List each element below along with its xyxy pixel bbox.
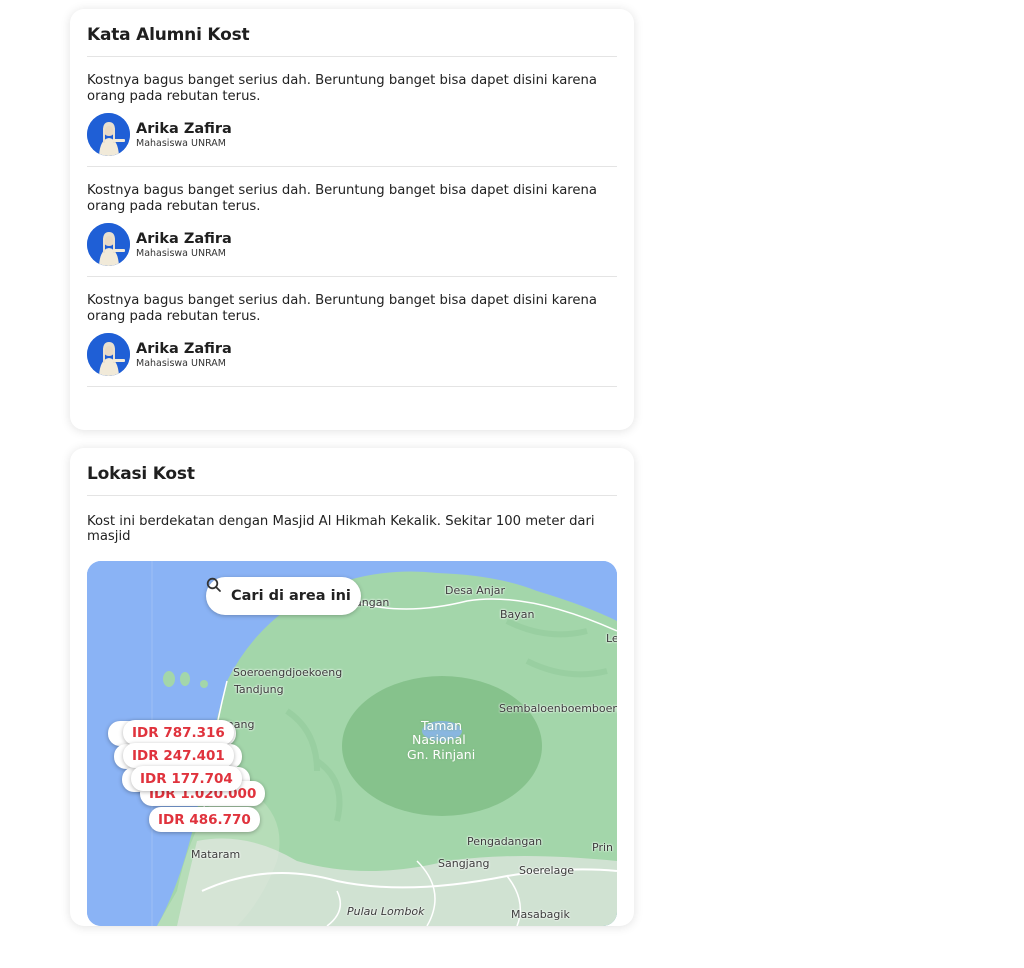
avatar — [87, 333, 130, 376]
map-label-pulau-lombok: Pulau Lombok — [347, 905, 425, 918]
search-area-label: Cari di area ini — [231, 588, 351, 604]
price-marker[interactable]: IDR 486.770 — [149, 807, 260, 832]
map-label-masabagik: Masabagik — [511, 908, 570, 921]
avatar — [87, 113, 130, 156]
testimonial-quote: Kostnya bagus banget serius dah. Beruntu… — [87, 293, 597, 324]
avatar — [87, 223, 130, 266]
map[interactable]: angan Desa Anjar Bayan Le Soeroengdjoeko… — [87, 561, 617, 926]
testimonial-role: Mahasiswa UNRAM — [136, 247, 226, 259]
testimonial-name: Arika Zafira — [136, 340, 232, 357]
map-label-park-gn-rinjani: Gn. Rinjani — [407, 747, 476, 762]
search-area-button[interactable]: Cari di area ini — [206, 577, 361, 615]
location-description: Kost ini berdekatan dengan Masjid Al Hik… — [87, 514, 595, 544]
map-label-prin: Prin — [592, 841, 613, 854]
map-label-bayan: Bayan — [500, 608, 535, 621]
testimonial-item: Kostnya bagus banget serius dah. Beruntu… — [87, 167, 617, 277]
search-icon — [206, 577, 221, 592]
map-label-tandjung: Tandjung — [234, 683, 284, 696]
map-label-sembaloenboemboeng: Sembaloenboemboeng — [499, 702, 617, 715]
map-label-park-taman: Taman — [421, 718, 462, 733]
testimonial-item: Kostnya bagus banget serius dah. Beruntu… — [87, 277, 617, 387]
map-label-park-nasional: Nasional — [412, 732, 466, 747]
map-label-soerelage: Soerelage — [519, 864, 575, 877]
testimonial-author: Arika Zafira Mahasiswa UNRAM — [87, 113, 617, 156]
map-label-sangjang: Sangjang — [438, 857, 490, 870]
testimonial-name: Arika Zafira — [136, 120, 232, 137]
testimonial-author: Arika Zafira Mahasiswa UNRAM — [87, 223, 617, 266]
testimonial-role: Mahasiswa UNRAM — [136, 137, 226, 149]
map-label-pengadangan: Pengadangan — [467, 835, 543, 848]
map-label-soeroengdjoekoeng: Soeroengdjoekoeng — [233, 666, 343, 679]
map-label-mataram: Mataram — [191, 848, 241, 861]
map-label-desa-anjar: Desa Anjar — [445, 584, 506, 597]
testimonial-quote: Kostnya bagus banget serius dah. Beruntu… — [87, 73, 597, 104]
price-marker[interactable]: IDR 177.704 — [131, 766, 242, 791]
price-marker[interactable]: IDR 787.316 — [123, 720, 234, 745]
testimonial-name: Arika Zafira — [136, 230, 232, 247]
testimonial-author: Arika Zafira Mahasiswa UNRAM — [87, 333, 617, 376]
testimonial-quote: Kostnya bagus banget serius dah. Beruntu… — [87, 183, 597, 214]
testimonial-item: Kostnya bagus banget serius dah. Beruntu… — [87, 57, 617, 167]
price-marker[interactable]: IDR 247.401 — [123, 743, 234, 768]
location-card: Lokasi Kost Kost ini berdekatan dengan M… — [70, 448, 634, 926]
testimonials-card: Kata Alumni Kost Kostnya bagus banget se… — [70, 9, 634, 430]
testimonial-role: Mahasiswa UNRAM — [136, 357, 226, 369]
location-title: Lokasi Kost — [87, 448, 617, 496]
testimonials-title: Kata Alumni Kost — [87, 9, 617, 57]
map-label-le: Le — [606, 632, 617, 645]
